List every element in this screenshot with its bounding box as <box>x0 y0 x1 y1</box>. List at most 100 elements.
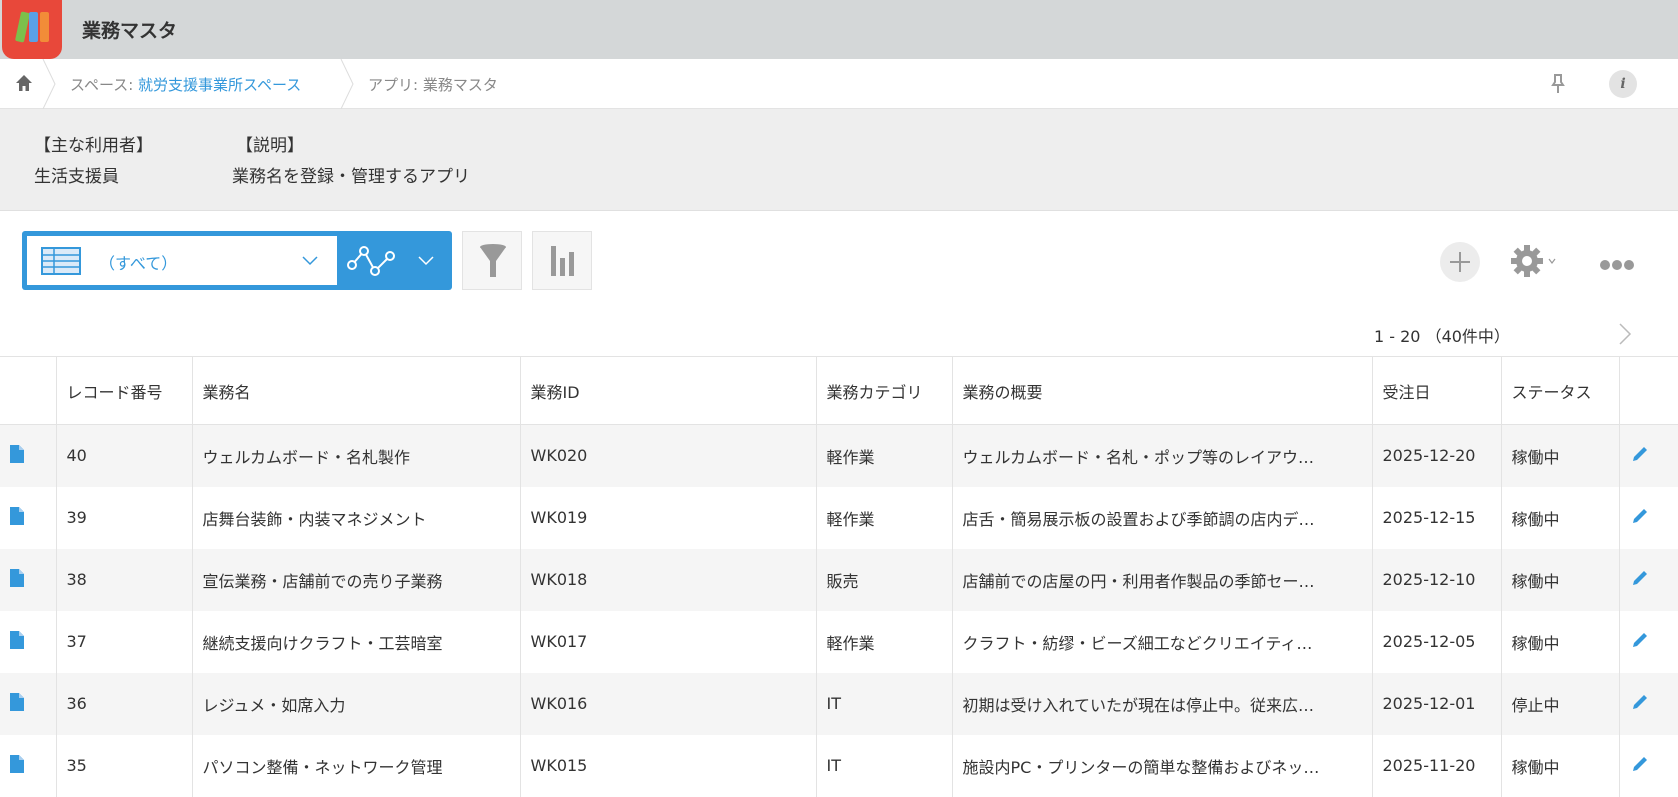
pencil-icon[interactable] <box>1630 444 1650 464</box>
edit-cell[interactable] <box>1618 486 1678 549</box>
record-detail-cell[interactable] <box>0 548 56 611</box>
cell-no: 36 <box>55 672 192 735</box>
edit-cell[interactable] <box>1618 734 1678 797</box>
pencil-icon[interactable] <box>1630 630 1650 650</box>
cell-summary: 店舗前での店屋の円・利用者作製品の季節セー… <box>951 548 1372 611</box>
graph-icon[interactable] <box>347 245 399 277</box>
column-header <box>1618 356 1678 425</box>
cell-summary: 店舌・簡易展示板の設置および季節調の店内デ… <box>951 486 1372 549</box>
users-value: 生活支援員 <box>34 167 119 187</box>
description-value: 業務名を登録・管理するアプリ <box>232 167 470 187</box>
record-detail-cell[interactable] <box>0 672 56 735</box>
edit-cell[interactable] <box>1618 610 1678 673</box>
view-dropdown[interactable]: （すべて） <box>27 236 337 285</box>
column-header[interactable]: 業務の概要 <box>951 356 1372 425</box>
column-header[interactable]: 業務ID <box>519 356 816 425</box>
chevron-down-icon[interactable] <box>418 256 434 266</box>
edit-cell[interactable] <box>1618 548 1678 611</box>
filter-icon <box>480 244 506 277</box>
space-prefix: スペース: <box>70 76 139 94</box>
graph-button[interactable] <box>532 231 592 290</box>
edit-cell[interactable] <box>1618 672 1678 735</box>
column-header[interactable]: 受注日 <box>1371 356 1501 425</box>
records-table: レコード番号 業務名 業務ID 業務カテゴリ 業務の概要 受注日 ステータス 40 ウェルカム… <box>0 356 1678 797</box>
settings-button[interactable] <box>1510 244 1560 280</box>
cell-summary: 施設内PC・プリンターの簡単な整備およびネッ… <box>951 734 1372 797</box>
cell-no: 35 <box>55 734 192 797</box>
cell-no: 37 <box>55 610 192 673</box>
space-link[interactable]: 就労支援事業所スペース <box>138 76 301 94</box>
cell-status: 稼働中 <box>1500 486 1619 549</box>
next-page-icon[interactable] <box>1618 322 1632 346</box>
more-icon <box>1600 260 1634 270</box>
pencil-icon[interactable] <box>1630 692 1650 712</box>
pin-icon[interactable] <box>1550 73 1566 95</box>
column-header <box>0 356 56 425</box>
document-icon[interactable] <box>10 506 24 525</box>
table-row: 39 店舞台装飾・内装マネジメント WK019 軽作業 店舌・簡易展示板の設置および季節… <box>0 486 1678 549</box>
record-detail-cell[interactable] <box>0 424 56 487</box>
cell-cat: 販売 <box>815 548 952 611</box>
column-header[interactable]: 業務カテゴリ <box>815 356 952 425</box>
column-header[interactable]: ステータス <box>1500 356 1619 425</box>
app-header: 業務マスタ <box>0 0 1678 59</box>
app-description: 【主な利用者】 生活支援員 【説明】 業務名を登録・管理するアプリ <box>0 109 1678 211</box>
document-icon[interactable] <box>10 692 24 711</box>
more-options-button[interactable] <box>1600 256 1634 275</box>
cell-name: レジュメ・如席入力 <box>191 672 520 735</box>
breadcrumb-app: アプリ: 業務マスタ <box>368 76 498 94</box>
cell-id: WK020 <box>519 424 816 487</box>
info-button[interactable]: i <box>1609 70 1637 98</box>
cell-no: 38 <box>55 548 192 611</box>
cell-cat: 軽作業 <box>815 610 952 673</box>
cell-cat: 軽作業 <box>815 486 952 549</box>
view-selector[interactable]: （すべて） <box>22 231 452 290</box>
cell-name: 継続支援向けクラフト・工芸暗室 <box>191 610 520 673</box>
document-icon[interactable] <box>10 754 24 773</box>
cell-id: WK016 <box>519 672 816 735</box>
view-label: （すべて） <box>99 254 178 273</box>
table-row: 35 パソコン整備・ネットワーク管理 WK015 IT 施設内PC・プリンターの簡単な整… <box>0 734 1678 797</box>
document-icon[interactable] <box>10 630 24 649</box>
document-icon[interactable] <box>10 568 24 587</box>
pencil-icon[interactable] <box>1630 506 1650 526</box>
table-header: レコード番号 業務名 業務ID 業務カテゴリ 業務の概要 受注日 ステータス <box>0 356 1678 425</box>
chevron-down-icon <box>302 256 318 266</box>
plus-icon <box>1450 252 1470 272</box>
cell-name: パソコン整備・ネットワーク管理 <box>191 734 520 797</box>
cell-no: 40 <box>55 424 192 487</box>
home-icon[interactable] <box>14 73 34 93</box>
cell-date: 2025-12-20 <box>1371 424 1501 487</box>
cell-name: 店舞台装飾・内装マネジメント <box>191 486 520 549</box>
cell-date: 2025-12-10 <box>1371 548 1501 611</box>
document-icon[interactable] <box>10 444 24 463</box>
table-row: 38 宣伝業務・店舗前での売り子業務 WK018 販売 店舗前での店屋の円・利用者作製品… <box>0 548 1678 611</box>
cell-status: 稼働中 <box>1500 734 1619 797</box>
app-logo-icon <box>2 0 62 59</box>
pencil-icon[interactable] <box>1630 568 1650 588</box>
cell-summary: クラフト・紡缪・ビーズ細工などクリエイティ… <box>951 610 1372 673</box>
edit-cell[interactable] <box>1618 424 1678 487</box>
cell-date: 2025-12-05 <box>1371 610 1501 673</box>
add-record-button[interactable] <box>1440 242 1480 282</box>
column-header[interactable]: レコード番号 <box>55 356 192 425</box>
pencil-icon[interactable] <box>1630 754 1650 774</box>
cell-id: WK018 <box>519 548 816 611</box>
record-detail-cell[interactable] <box>0 487 56 549</box>
gear-icon <box>1511 245 1543 277</box>
breadcrumb-space[interactable]: スペース: 就労支援事業所スペース <box>70 74 301 95</box>
cell-cat: IT <box>815 672 952 735</box>
cell-summary: 初期は受け入れていたが現在は停止中。従来広… <box>951 672 1372 735</box>
cell-name: ウェルカムボード・名札製作 <box>191 424 520 487</box>
filter-button[interactable] <box>462 231 522 290</box>
table-view-icon <box>41 247 81 275</box>
cell-id: WK019 <box>519 486 816 549</box>
record-detail-cell[interactable] <box>0 611 56 673</box>
column-header[interactable]: 業務名 <box>191 356 520 425</box>
record-detail-cell[interactable] <box>0 735 56 797</box>
cell-status: 稼働中 <box>1500 610 1619 673</box>
cell-no: 39 <box>55 486 192 549</box>
pagination-info: 1 - 20 （40件中） <box>1374 327 1510 346</box>
cell-date: 2025-11-20 <box>1371 734 1501 797</box>
bar-chart-icon <box>551 246 574 276</box>
